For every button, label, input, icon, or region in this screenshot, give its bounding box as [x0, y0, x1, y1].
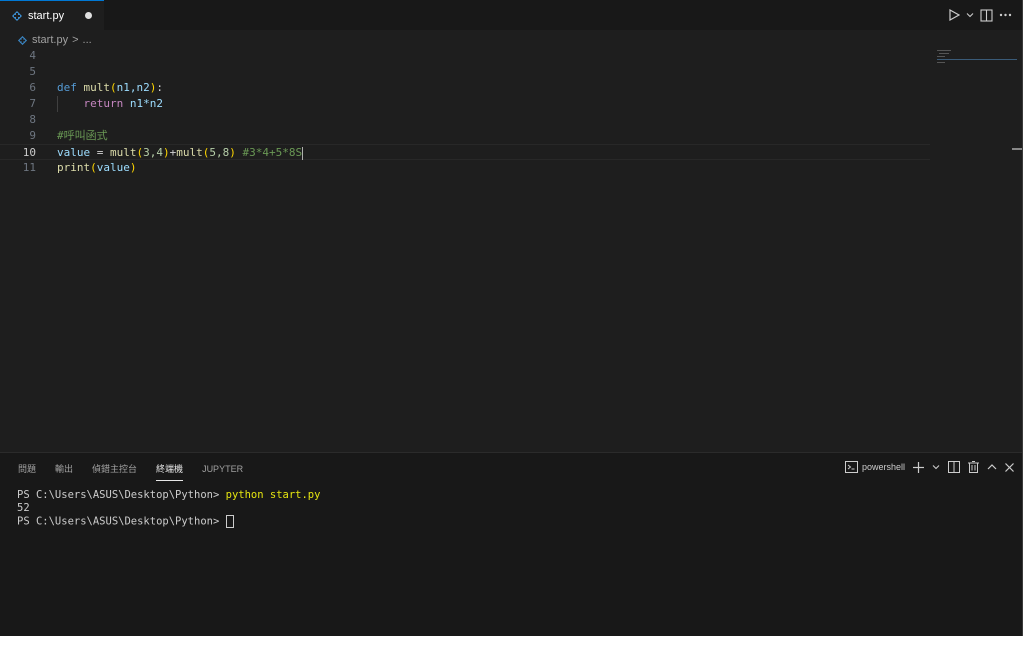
tab-terminal[interactable]: 終端機 — [156, 463, 184, 481]
line-number: 10 — [22, 146, 36, 159]
tab-debug-console[interactable]: 偵錯主控台 — [92, 463, 137, 481]
tab-label: start.py — [28, 9, 65, 22]
tab-output[interactable]: 輸出 — [55, 463, 73, 481]
minimap[interactable] — [935, 50, 1017, 90]
editor-actions — [948, 6, 1012, 24]
unsaved-dot-icon[interactable] — [85, 12, 92, 19]
tab-problems[interactable]: 問題 — [18, 463, 36, 481]
panel-actions: powershell — [844, 461, 1014, 473]
code-line: 4 — [0, 48, 930, 64]
code-line: 9 #呼叫函式 — [0, 128, 930, 144]
tab-jupyter[interactable]: JUPYTER — [202, 463, 243, 481]
code-line: 8 — [0, 112, 930, 128]
trash-icon[interactable] — [968, 461, 979, 473]
breadcrumb: start.py > ... — [0, 30, 1022, 50]
bottom-panel: 問題 輸出 偵錯主控台 終端機 JUPYTER powershell PS C:… — [0, 452, 1022, 636]
terminal-result: 52 — [17, 502, 30, 514]
line-number: 4 — [29, 49, 36, 62]
code-line-active: 10 value = mult(3,4)+mult(5,8) #3*4+5*8S — [0, 144, 930, 160]
scrollbar-marker[interactable] — [1012, 148, 1022, 150]
terminal-shell-selector[interactable]: powershell — [844, 461, 905, 473]
breadcrumb-file[interactable]: start.py — [32, 34, 68, 46]
python-file-icon — [18, 35, 27, 45]
more-actions-icon[interactable] — [999, 6, 1012, 24]
panel-tabs: 問題 輸出 偵錯主控台 終端機 JUPYTER — [18, 463, 262, 483]
line-number: 6 — [29, 81, 36, 94]
terminal-output[interactable]: PS C:\Users\ASUS\Desktop\Python> python … — [17, 489, 320, 529]
split-editor-icon[interactable] — [980, 6, 993, 24]
tab-bar: start.py — [0, 0, 1022, 30]
shell-name: powershell — [861, 462, 905, 472]
terminal-command: python start.py — [225, 489, 321, 501]
maximize-panel-icon[interactable] — [987, 463, 997, 471]
line-number: 9 — [29, 129, 36, 142]
line-number: 5 — [29, 65, 36, 78]
code-text: print(value) — [57, 161, 137, 174]
code-line: 5 — [0, 64, 930, 80]
terminal-icon — [844, 461, 858, 473]
terminal-prompt: PS C:\Users\ASUS\Desktop\Python> — [17, 489, 226, 501]
breadcrumb-more[interactable]: ... — [83, 34, 92, 46]
code-comment: #呼叫函式 — [57, 129, 108, 142]
python-file-icon — [12, 10, 22, 21]
line-number: 7 — [29, 97, 36, 110]
tab-start-py[interactable]: start.py — [0, 0, 104, 30]
new-terminal-icon[interactable] — [913, 461, 924, 473]
code-editor[interactable]: 4 5 6 def mult(n1,n2): 7 return n1*n2 8 … — [0, 48, 1022, 452]
code-text: value = mult(3,4)+mult(5,8) #3*4+5*8S — [57, 146, 304, 160]
code-text: return n1*n2 — [83, 97, 164, 110]
split-terminal-icon[interactable] — [948, 461, 960, 473]
terminal-prompt: PS C:\Users\ASUS\Desktop\Python> — [17, 515, 226, 528]
close-icon[interactable] — [1005, 462, 1014, 472]
chevron-down-icon[interactable] — [966, 6, 974, 24]
text-cursor — [302, 146, 304, 160]
chevron-down-icon[interactable] — [932, 463, 940, 471]
terminal-cursor — [225, 515, 234, 528]
code-line: 7 return n1*n2 — [0, 96, 930, 112]
run-icon[interactable] — [948, 6, 960, 24]
code-line: 6 def mult(n1,n2): — [0, 80, 930, 96]
line-number: 8 — [29, 113, 36, 126]
code-line: 11 print(value) — [0, 160, 930, 176]
breadcrumb-separator: > — [72, 34, 79, 46]
vscode-window: start.py start.py > ... 4 5 6 def mult(n… — [0, 0, 1023, 636]
code-text: def mult(n1,n2): — [57, 81, 163, 94]
line-number: 11 — [22, 161, 36, 174]
